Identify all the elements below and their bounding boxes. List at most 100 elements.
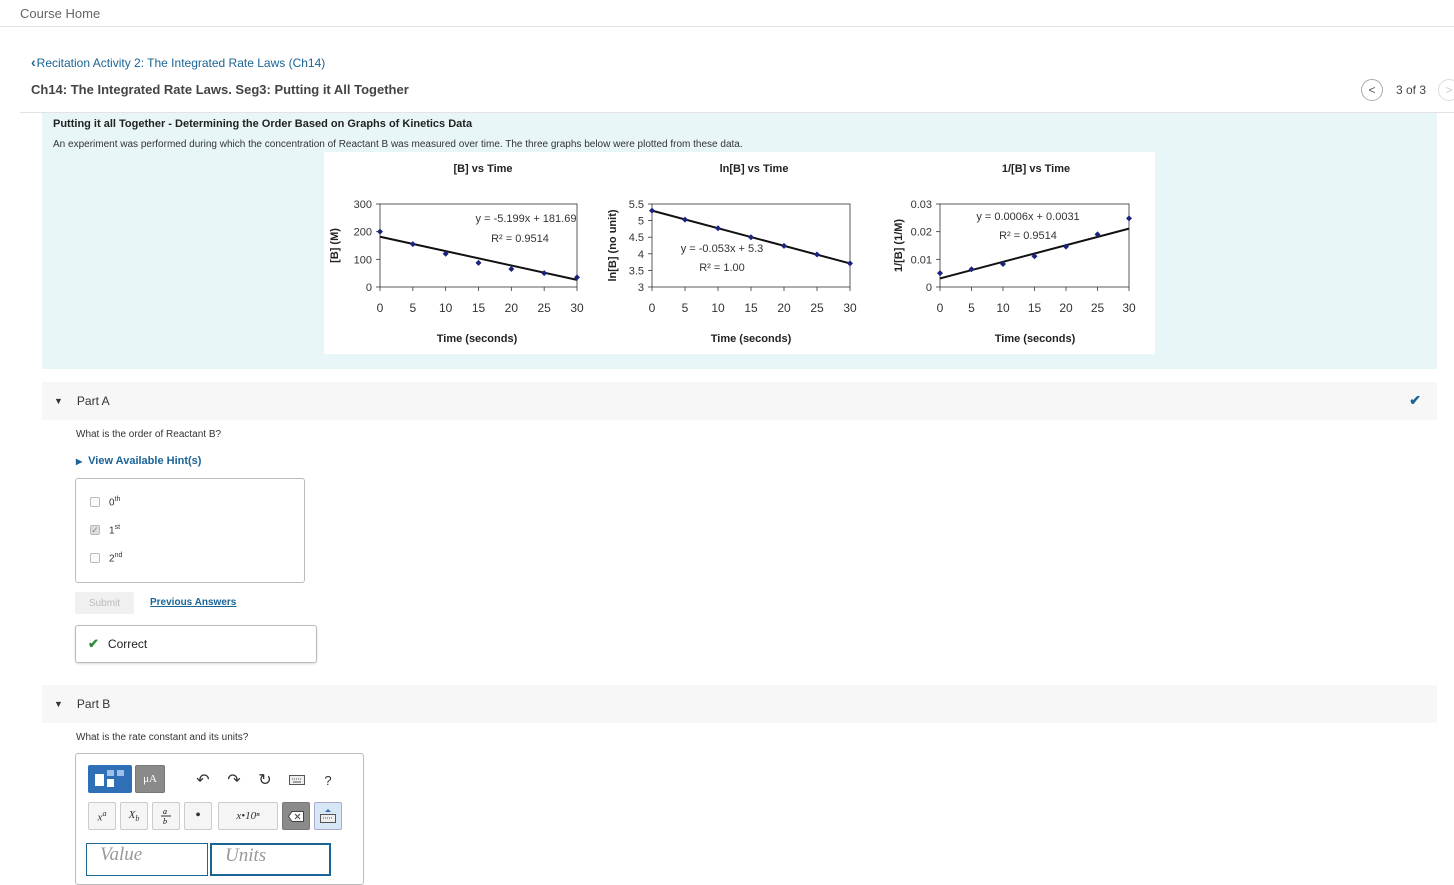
chart-title: ln[B] vs Time [720,163,789,175]
scientific-notation-button[interactable]: x•10ⁿ [218,802,278,830]
trendline-equation: y = -5.199x + 181.69 [476,213,577,225]
delete-button[interactable] [282,802,310,830]
chart-title: 1/[B] vs Time [1002,163,1070,175]
backspace-icon [288,810,304,822]
part-a-header[interactable]: ▼ Part A ✔ [42,382,1437,420]
chevron-left-icon: ‹ [31,54,36,70]
x-tick-label: 0 [937,301,944,315]
checkbox-checked[interactable]: ✓ [90,525,100,536]
y-tick-label: 3.5 [629,265,644,277]
keyboard-icon[interactable] [286,770,308,790]
data-point [748,234,754,241]
choice-label: 0th [109,496,121,509]
data-point [814,251,820,258]
back-link[interactable]: ‹Recitation Activity 2: The Integrated R… [31,54,325,70]
y-tick-label: 3 [638,282,644,294]
choice-1st[interactable]: ✓ 1st [90,524,120,536]
view-hints-label: View Available Hint(s) [88,455,202,467]
y-tick-label: 0.03 [911,199,932,211]
chevron-left-icon: < [1368,83,1376,97]
top-bar: Course Home [0,0,1454,27]
units-input[interactable]: Units [210,843,331,876]
chevron-right-icon: > [1445,83,1453,97]
next-page-button[interactable]: > [1438,79,1454,101]
y-tick-label: 300 [354,199,372,211]
x-tick-label: 10 [439,301,453,315]
x-tick-label: 15 [1028,301,1042,315]
intro-title: Putting it all Together - Determining th… [53,118,473,130]
y-tick-label: 4.5 [629,232,644,244]
y-tick-label: 4 [638,249,644,261]
data-point [409,241,416,248]
checkbox[interactable] [90,553,100,564]
choice-0th[interactable]: 0th [90,496,120,508]
redo-icon[interactable]: ↷ [223,770,245,790]
data-point [1126,215,1132,222]
page-title: Ch14: The Integrated Rate Laws. Seg3: Pu… [31,82,409,97]
feedback-text: Correct [107,637,148,651]
templates-icon [95,770,124,787]
kinetics-charts: [B] vs Time 0 10 0 20 0 300 0 5 10 15 20 25 30 y = -5.… [329,163,1136,345]
page-count: 3 of 3 [1395,83,1426,97]
choice-2nd[interactable]: 2nd [90,552,122,564]
x-tick-label: 20 [777,301,791,315]
feedback-correct: ✔ Correct [75,625,317,663]
y-axis-label: 1/[B] (1/M) [893,219,905,273]
choice-label: 1st [109,524,121,537]
subscript-button[interactable]: Xb [120,802,148,830]
svg-text:b: b [163,817,167,826]
value-input[interactable]: Value [86,843,208,876]
multiply-dot-button[interactable]: • [184,802,212,830]
x-tick-label: 0 [649,301,656,315]
previous-answers-link[interactable]: Previous Answers [150,597,236,608]
undo-icon[interactable]: ↶ [192,770,214,790]
y-tick-label: 0 [366,282,372,294]
view-hints-link[interactable]: ▶ View Available Hint(s) [76,455,201,467]
prev-page-button[interactable]: < [1360,79,1383,101]
superscript-icon: xa [97,808,107,824]
y-tick-label: 5 [638,216,644,228]
x-axis-label: Time (seconds) [437,333,518,345]
y-tick-label: 5.5 [629,199,644,211]
templates-button[interactable] [88,765,132,793]
course-home-link[interactable]: Course Home [20,6,100,21]
answer-choices: 0th ✓ 1st 2nd [75,478,305,583]
part-a-title: Part A [76,394,110,408]
svg-text:a: a [163,807,167,816]
checkbox[interactable] [90,497,100,508]
data-point [847,260,853,267]
part-a-question: What is the order of Reactant B? [76,429,222,440]
trendline-equation: y = -0.053x + 5.3 [681,243,764,255]
part-b-title: Part B [76,697,111,711]
editor-toolbar-top: μA ↶ ↷ ↻ ? [88,765,342,795]
r-squared-label: R² = 1.00 [699,262,745,274]
fraction-button[interactable]: ab [152,802,180,830]
dot-icon: • [195,807,201,824]
data-point [715,225,721,232]
superscript-button[interactable]: xa [88,802,116,830]
submit-button[interactable]: Submit [75,592,134,614]
intro-text: An experiment was performed during which… [53,139,743,150]
reset-icon[interactable]: ↻ [254,770,276,790]
x-tick-label: 30 [843,301,857,315]
graph-panel: [B] vs Time 0 10 0 20 0 300 0 5 10 15 20 25 30 y = -5.… [324,152,1155,354]
part-b-header[interactable]: ▼ Part B [42,685,1437,723]
x-tick-label: 30 [570,301,584,315]
y-tick-label: 0.02 [911,227,932,239]
x-tick-label: 20 [1059,301,1073,315]
x-tick-label: 15 [472,301,486,315]
x-tick-label: 10 [996,301,1010,315]
help-icon[interactable]: ? [317,770,339,790]
x-tick-label: 30 [1122,301,1136,315]
keyboard-toggle-button[interactable] [314,802,342,830]
units-mode-button[interactable]: μA [135,765,165,793]
editor-toolbar-bottom: xa Xb ab • x•10ⁿ [88,802,342,832]
caret-right-icon: ▶ [76,457,83,466]
chart-title: [B] vs Time [453,163,512,175]
x-tick-label: 25 [810,301,824,315]
fraction-icon: ab [161,807,171,826]
data-point [649,207,655,214]
part-b-question: What is the rate constant and its units? [76,732,249,743]
back-link-label: Recitation Activity 2: The Integrated Ra… [36,56,326,70]
y-tick-label: 0 [926,282,932,294]
